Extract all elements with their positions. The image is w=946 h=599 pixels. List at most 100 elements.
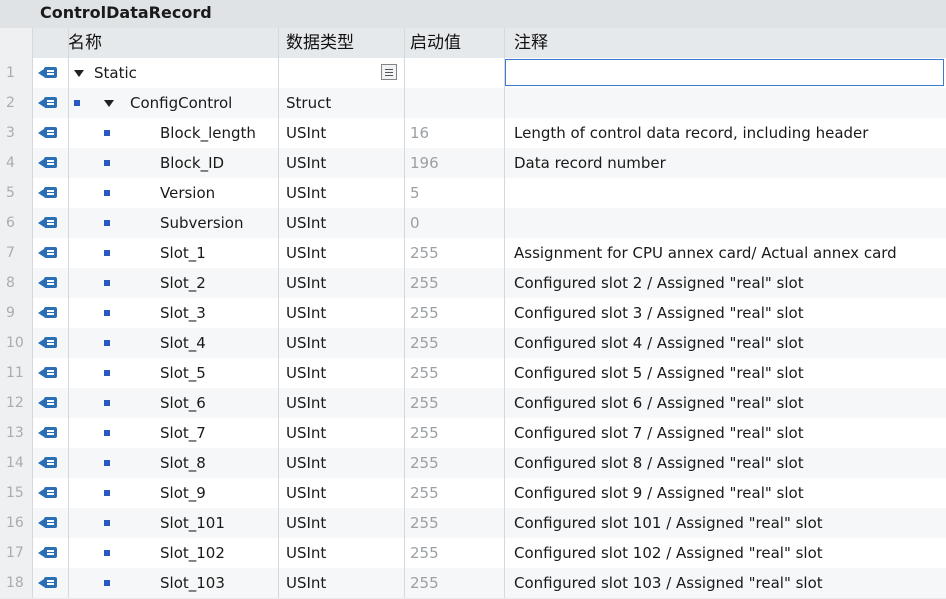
row-start-value[interactable]: 255 — [404, 568, 504, 598]
row-start-value[interactable] — [404, 58, 504, 88]
row-comment[interactable]: Configured slot 3 / Assigned "real" slot — [504, 298, 946, 328]
row-datatype[interactable]: Struct — [278, 88, 404, 118]
row-comment[interactable]: Assignment for CPU annex card/ Actual an… — [504, 238, 946, 268]
row-datatype[interactable]: USInt — [278, 508, 404, 538]
row-comment[interactable]: Configured slot 103 / Assigned "real" sl… — [504, 568, 946, 598]
row-name-cell[interactable]: Block_length — [68, 118, 278, 148]
table-row[interactable]: 2 ConfigControl Struct — [0, 88, 946, 119]
row-datatype[interactable]: USInt — [278, 448, 404, 478]
row-name-cell[interactable]: Version — [68, 178, 278, 208]
table-row[interactable]: 16 Slot_101 USInt 255 Configured slot 101 / … — [0, 508, 946, 539]
row-start-value[interactable] — [404, 88, 504, 118]
row-datatype[interactable]: USInt — [278, 148, 404, 178]
row-datatype[interactable]: USInt — [278, 208, 404, 238]
row-start-value[interactable]: 196 — [404, 148, 504, 178]
table-row[interactable]: 15 Slot_9 USInt 255 Configured slot 9 / Assi… — [0, 478, 946, 509]
row-name-cell[interactable]: Slot_2 — [68, 268, 278, 298]
row-start-value[interactable]: 255 — [404, 538, 504, 568]
row-start-value[interactable]: 255 — [404, 328, 504, 358]
row-name-cell[interactable]: Block_ID — [68, 148, 278, 178]
table-row[interactable]: 14 Slot_8 USInt 255 Configured slot 8 / Assi… — [0, 448, 946, 479]
row-datatype[interactable]: USInt — [278, 538, 404, 568]
expand-triangle-icon[interactable] — [104, 100, 114, 107]
header-start-value[interactable]: 启动值 — [404, 28, 504, 58]
row-comment[interactable] — [504, 178, 946, 208]
row-datatype[interactable]: USInt — [278, 358, 404, 388]
row-start-value[interactable]: 255 — [404, 238, 504, 268]
row-datatype[interactable]: USInt — [278, 118, 404, 148]
row-comment[interactable]: Configured slot 101 / Assigned "real" sl… — [504, 508, 946, 538]
row-comment[interactable]: Configured slot 2 / Assigned "real" slot — [504, 268, 946, 298]
table-row[interactable]: 17 Slot_102 USInt 255 Configured slot 102 / … — [0, 538, 946, 569]
table-row[interactable]: 13 Slot_7 USInt 255 Configured slot 7 / Assi… — [0, 418, 946, 449]
row-datatype[interactable]: USInt — [278, 478, 404, 508]
table-row[interactable]: 3 Block_length USInt 16 Length of control da… — [0, 118, 946, 149]
row-name-cell[interactable]: Slot_7 — [68, 418, 278, 448]
row-start-value[interactable]: 255 — [404, 508, 504, 538]
row-start-value[interactable]: 16 — [404, 118, 504, 148]
header-name[interactable]: 名称 — [68, 28, 278, 58]
member-bullet-icon — [104, 160, 110, 166]
row-comment[interactable]: Data record number — [504, 148, 946, 178]
row-name-cell[interactable]: Slot_4 — [68, 328, 278, 358]
list-picker-icon[interactable] — [381, 64, 397, 80]
row-name-cell[interactable]: Slot_9 — [68, 478, 278, 508]
comment-edit-box[interactable] — [505, 59, 944, 86]
row-name-cell[interactable]: Slot_8 — [68, 448, 278, 478]
row-comment[interactable]: Configured slot 5 / Assigned "real" slot — [504, 358, 946, 388]
row-comment[interactable]: Configured slot 7 / Assigned "real" slot — [504, 418, 946, 448]
row-comment[interactable]: Configured slot 9 / Assigned "real" slot — [504, 478, 946, 508]
row-name-cell[interactable]: Slot_1 — [68, 238, 278, 268]
row-start-value[interactable]: 255 — [404, 298, 504, 328]
row-name-cell[interactable]: Slot_101 — [68, 508, 278, 538]
row-comment[interactable]: Configured slot 6 / Assigned "real" slot — [504, 388, 946, 418]
row-start-value[interactable]: 0 — [404, 208, 504, 238]
table-row[interactable]: 8 Slot_2 USInt 255 Configured slot 2 / Assig… — [0, 268, 946, 299]
table-row[interactable]: 11 Slot_5 USInt 255 Configured slot 5 / Assi… — [0, 358, 946, 389]
row-datatype[interactable]: USInt — [278, 238, 404, 268]
row-start-value[interactable]: 255 — [404, 418, 504, 448]
header-datatype[interactable]: 数据类型 — [278, 28, 404, 58]
header-icon — [32, 28, 68, 58]
row-number: 18 — [0, 568, 32, 598]
row-comment[interactable]: Configured slot 4 / Assigned "real" slot — [504, 328, 946, 358]
row-start-value[interactable]: 255 — [404, 478, 504, 508]
row-name-cell[interactable]: Slot_6 — [68, 388, 278, 418]
expand-triangle-icon[interactable] — [74, 70, 84, 77]
row-name-cell[interactable]: Slot_103 — [68, 568, 278, 598]
row-datatype[interactable]: USInt — [278, 178, 404, 208]
row-datatype[interactable]: USInt — [278, 298, 404, 328]
table-row[interactable]: 9 Slot_3 USInt 255 Configured slot 3 / Assig… — [0, 298, 946, 329]
row-datatype[interactable]: USInt — [278, 388, 404, 418]
table-row[interactable]: 4 Block_ID USInt 196 Data record number — [0, 148, 946, 179]
row-comment[interactable] — [504, 88, 946, 118]
row-name-cell[interactable]: Slot_102 — [68, 538, 278, 568]
row-start-value[interactable]: 255 — [404, 358, 504, 388]
row-name-cell[interactable]: Subversion — [68, 208, 278, 238]
table-row[interactable]: 12 Slot_6 USInt 255 Configured slot 6 / Assi… — [0, 388, 946, 419]
row-start-value[interactable]: 255 — [404, 448, 504, 478]
table-row[interactable]: 10 Slot_4 USInt 255 Configured slot 4 / Assi… — [0, 328, 946, 359]
row-datatype[interactable]: USInt — [278, 268, 404, 298]
row-comment[interactable]: Configured slot 8 / Assigned "real" slot — [504, 448, 946, 478]
row-comment[interactable]: Length of control data record, including… — [504, 118, 946, 148]
row-name-cell[interactable]: Slot_3 — [68, 298, 278, 328]
row-start-value[interactable]: 255 — [404, 268, 504, 298]
row-comment[interactable] — [504, 208, 946, 238]
row-start-value[interactable]: 255 — [404, 388, 504, 418]
row-name-cell[interactable]: ConfigControl — [68, 88, 278, 118]
table-row[interactable]: 5 Version USInt 5 — [0, 178, 946, 209]
row-icon-cell — [32, 448, 68, 478]
row-datatype[interactable]: USInt — [278, 328, 404, 358]
row-datatype[interactable]: USInt — [278, 418, 404, 448]
table-row[interactable]: 7 Slot_1 USInt 255 Assignment for CPU annex … — [0, 238, 946, 269]
row-datatype[interactable]: USInt — [278, 568, 404, 598]
row-name-cell[interactable]: Slot_5 — [68, 358, 278, 388]
table-row[interactable]: 1 Static — [0, 58, 946, 89]
row-name-cell[interactable]: Static — [68, 58, 278, 88]
header-comment[interactable]: 注释 — [504, 28, 946, 58]
row-comment[interactable]: Configured slot 102 / Assigned "real" sl… — [504, 538, 946, 568]
table-row[interactable]: 18 Slot_103 USInt 255 Configured slot 103 / … — [0, 568, 946, 599]
row-start-value[interactable]: 5 — [404, 178, 504, 208]
table-row[interactable]: 6 Subversion USInt 0 — [0, 208, 946, 239]
